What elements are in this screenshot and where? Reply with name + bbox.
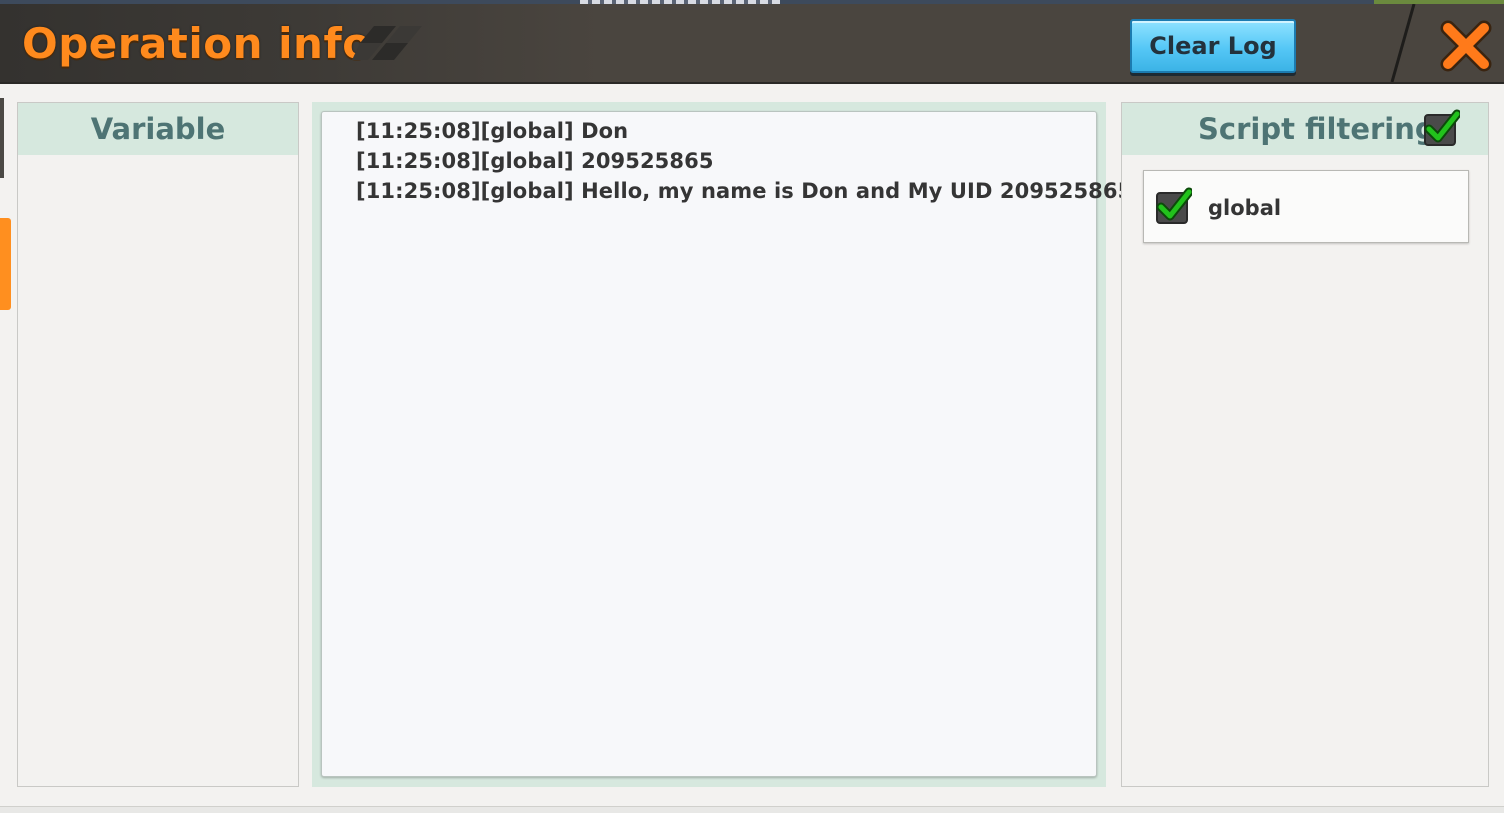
log-line: [11:25:08][global] Don bbox=[356, 119, 629, 143]
select-all-checkbox-icon[interactable] bbox=[1422, 109, 1460, 147]
script-filtering-panel: Script filtering global bbox=[1121, 102, 1489, 787]
script-filter-item-global[interactable]: global bbox=[1143, 170, 1469, 243]
window-header: Operation info Clear Log bbox=[0, 4, 1504, 84]
left-edge-fragment bbox=[0, 98, 4, 178]
clear-log-button[interactable]: Clear Log bbox=[1130, 19, 1296, 73]
header-divider bbox=[1390, 4, 1416, 82]
script-filtering-header: Script filtering bbox=[1122, 103, 1488, 155]
checkbox-checked-icon[interactable] bbox=[1154, 187, 1192, 225]
side-tab[interactable] bbox=[0, 218, 11, 310]
variable-panel-header: Variable bbox=[18, 103, 298, 155]
script-filter-item-label: global bbox=[1208, 196, 1282, 220]
log-line: [11:25:08][global] Hello, my name is Don… bbox=[356, 179, 1141, 203]
variable-panel: Variable bbox=[17, 102, 299, 787]
log-output[interactable]: [11:25:08][global] Don [11:25:08][global… bbox=[321, 111, 1141, 777]
page-title: Operation info bbox=[22, 19, 372, 68]
log-line: [11:25:08][global] 209525865 bbox=[356, 149, 714, 173]
log-panel: [11:25:08][global] Don [11:25:08][global… bbox=[312, 102, 1141, 787]
close-icon[interactable] bbox=[1438, 18, 1494, 74]
title-stripes-decoration bbox=[352, 26, 422, 60]
script-filtering-title: Script filtering bbox=[1198, 112, 1436, 146]
